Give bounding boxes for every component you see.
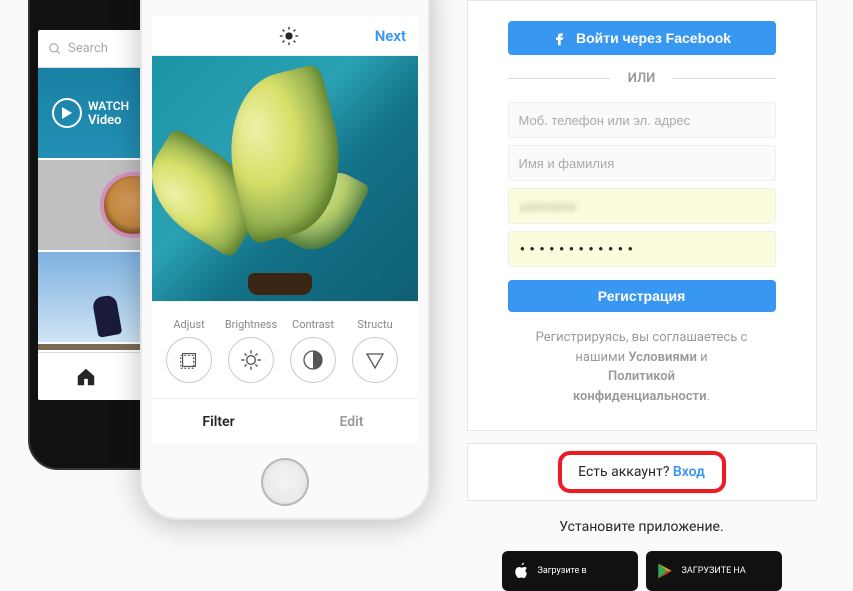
login-link[interactable]: Вход [673, 464, 705, 480]
privacy-link[interactable]: конфиденциальности [573, 389, 706, 404]
fullname-field[interactable] [508, 145, 776, 181]
login-card: Есть аккаунт? Вход [467, 443, 817, 501]
editor-header: Next [152, 16, 418, 56]
editor-image [152, 56, 418, 301]
phone-mockups: Search WATCH Video [0, 0, 440, 585]
lux-icon [278, 25, 300, 47]
apple-icon [512, 560, 530, 582]
divider-text: ИЛИ [610, 71, 674, 86]
username-field[interactable] [508, 188, 776, 224]
video-overlay: WATCH Video [52, 98, 129, 128]
googleplay-badge[interactable]: ЗАГРУЗИТЕ НА [646, 551, 782, 591]
terms-link[interactable]: Условиями [628, 350, 697, 365]
signup-button[interactable]: Регистрация [508, 280, 776, 312]
tool-brightness[interactable]: Brightness [220, 318, 282, 383]
have-account-text: Есть аккаунт? [578, 464, 673, 480]
privacy-link[interactable]: Политикой [608, 369, 675, 384]
adjust-icon [178, 349, 200, 371]
store-badges: Загрузите в ЗАГРУЗИТЕ НА [502, 551, 782, 591]
play-icon [52, 98, 82, 128]
video-label: Video [88, 113, 129, 128]
tab-filter[interactable]: Filter [152, 399, 285, 444]
password-field[interactable] [508, 231, 776, 267]
terms-text: Регистрируясь, вы соглашаетесь с нашими … [508, 328, 776, 406]
install-text: Установите приложение. [559, 519, 723, 535]
watch-label: WATCH [88, 99, 129, 113]
signup-card: Войти через Facebook ИЛИ Регистрация Рег… [467, 0, 817, 431]
tool-structure[interactable]: Structu [344, 318, 406, 383]
divider: ИЛИ [508, 71, 776, 86]
facebook-icon [552, 30, 568, 46]
googleplay-icon [656, 561, 674, 581]
next-button[interactable]: Next [375, 27, 406, 45]
tab-edit[interactable]: Edit [285, 399, 418, 444]
contrast-icon [301, 348, 325, 372]
search-icon [48, 42, 62, 56]
home-button [261, 458, 309, 506]
brightness-icon [238, 347, 264, 373]
phone-front: Next Adjust [140, 0, 430, 520]
tool-adjust[interactable]: Adjust [158, 318, 220, 383]
phone-email-field[interactable] [508, 102, 776, 138]
home-icon [75, 366, 97, 388]
appstore-badge[interactable]: Загрузите в [502, 551, 638, 591]
search-placeholder: Search [68, 41, 108, 56]
editor-tools: Adjust Brightness Contrast [152, 301, 418, 444]
structure-icon [363, 348, 387, 372]
tool-contrast[interactable]: Contrast [282, 318, 344, 383]
facebook-login-button[interactable]: Войти через Facebook [508, 21, 776, 55]
